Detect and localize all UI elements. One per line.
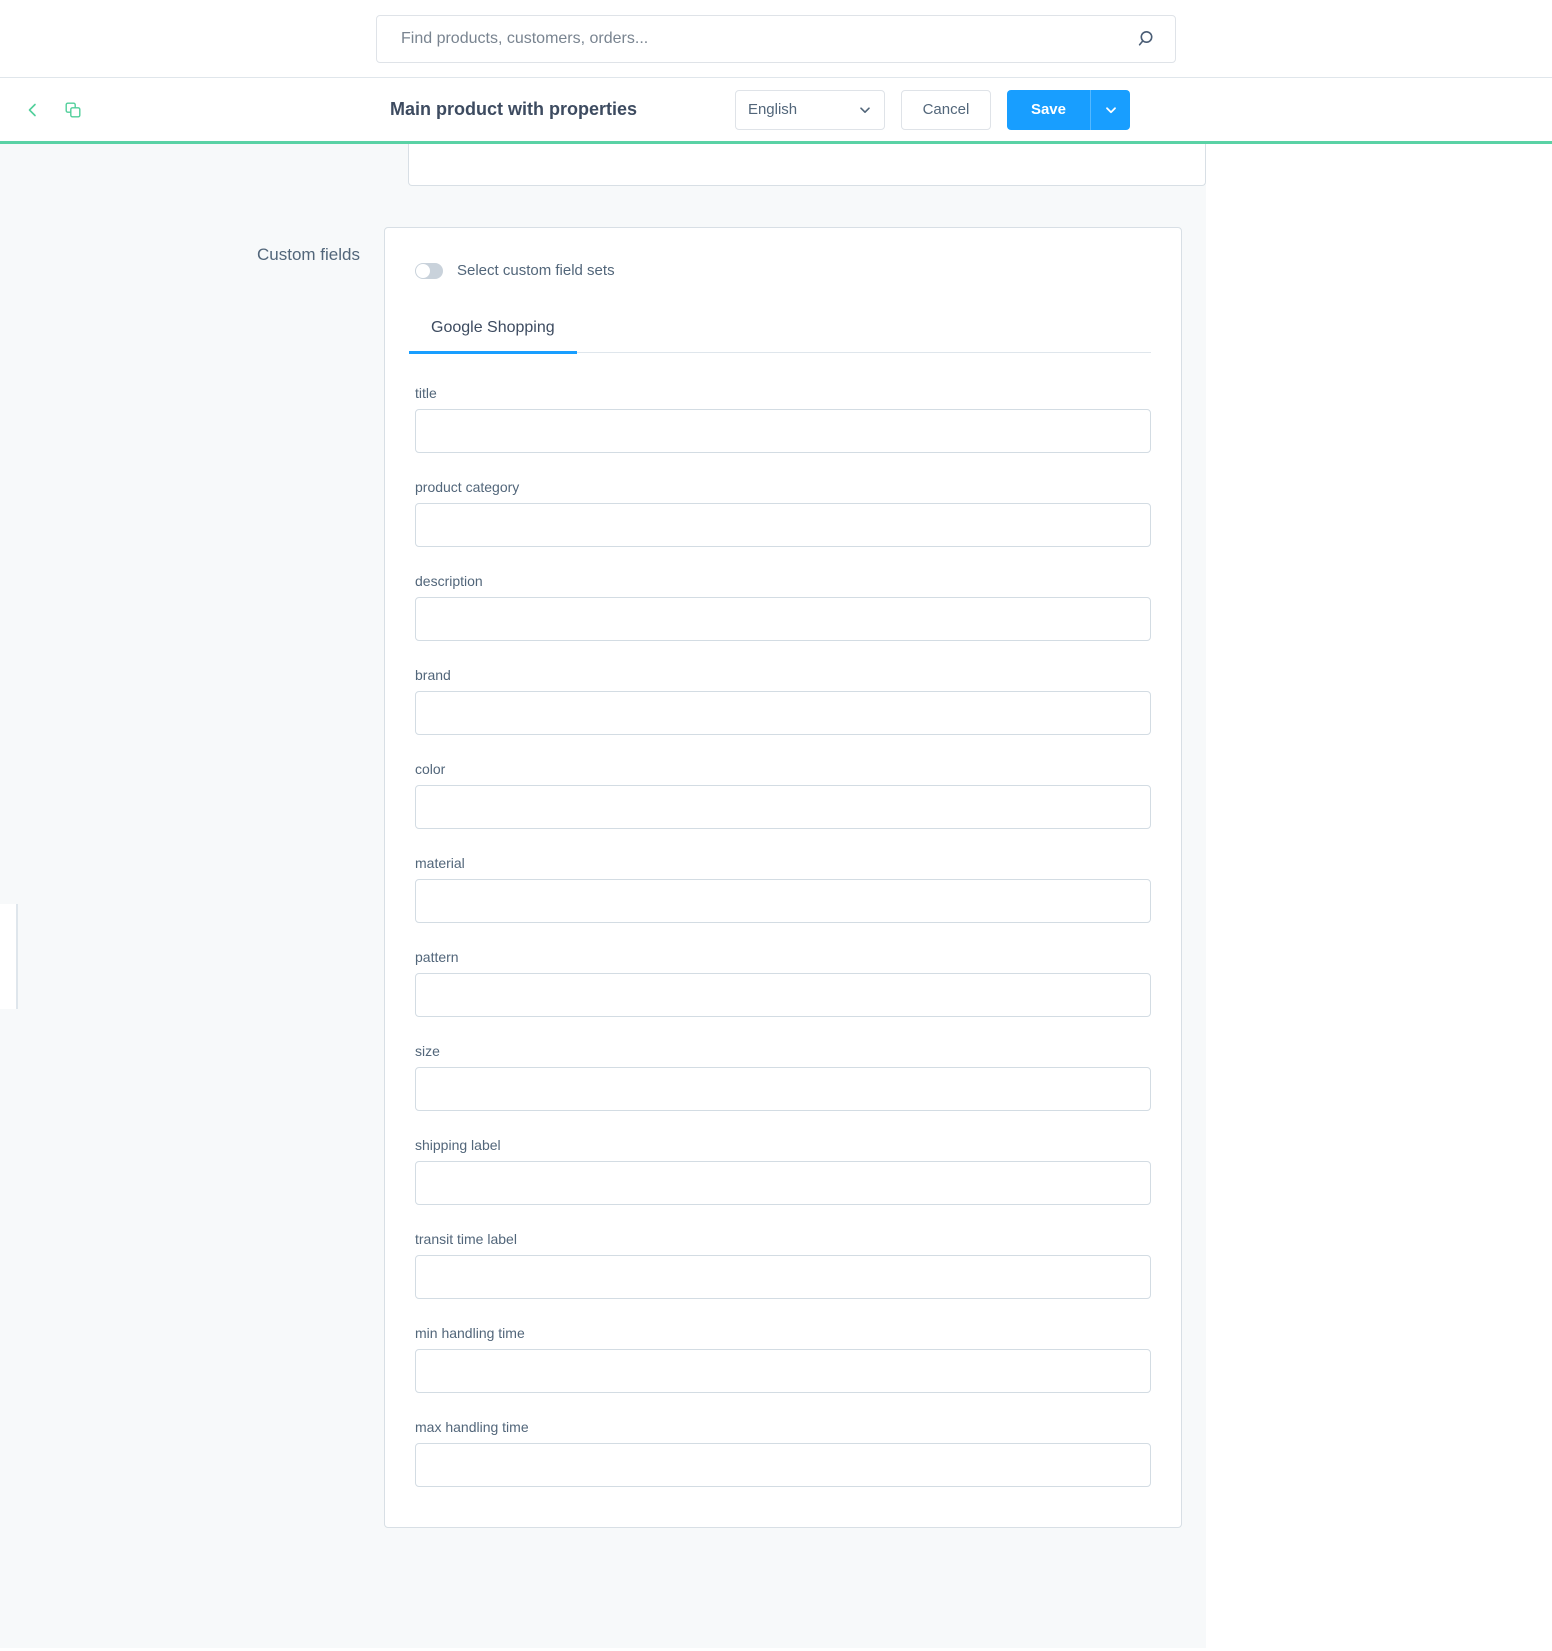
field-color: color bbox=[415, 761, 1151, 829]
field-input-min-handling-time[interactable] bbox=[415, 1349, 1151, 1393]
field-input-pattern[interactable] bbox=[415, 973, 1151, 1017]
field-input-material[interactable] bbox=[415, 879, 1151, 923]
content-area: Custom fields Select custom field sets G… bbox=[0, 144, 1552, 1648]
field-label: material bbox=[415, 855, 465, 871]
field-size: size bbox=[415, 1043, 1151, 1111]
language-select-value: English bbox=[747, 101, 798, 118]
field-brand: brand bbox=[415, 667, 1151, 735]
field-label: color bbox=[415, 761, 446, 777]
select-custom-field-sets-row: Select custom field sets bbox=[415, 262, 1151, 279]
search-icon[interactable] bbox=[1138, 29, 1158, 49]
save-button-group: Save bbox=[1006, 89, 1130, 130]
field-label: description bbox=[415, 573, 483, 589]
field-label: max handling time bbox=[415, 1419, 529, 1435]
field-label: pattern bbox=[415, 949, 459, 965]
field-transit-time-label: transit time label bbox=[415, 1231, 1151, 1299]
page-title: Main product with properties bbox=[390, 99, 638, 119]
field-label: shipping label bbox=[415, 1137, 501, 1153]
cancel-button[interactable]: Cancel bbox=[900, 89, 991, 130]
field-input-color[interactable] bbox=[415, 785, 1151, 829]
custom-fields-section: Custom fields Select custom field sets G… bbox=[0, 227, 1206, 1528]
field-label: product category bbox=[415, 479, 520, 495]
select-custom-field-sets-label: Select custom field sets bbox=[457, 262, 615, 279]
field-material: material bbox=[415, 855, 1151, 923]
field-input-description[interactable] bbox=[415, 597, 1151, 641]
field-input-title[interactable] bbox=[415, 409, 1151, 453]
smart-bar-actions: English Cancel Save bbox=[734, 89, 1130, 130]
custom-fields-card: Select custom field sets Google Shopping… bbox=[384, 227, 1182, 1528]
search-input[interactable] bbox=[376, 14, 1176, 63]
field-label: transit time label bbox=[415, 1231, 517, 1247]
field-label: size bbox=[415, 1043, 440, 1059]
field-description: description bbox=[415, 573, 1151, 641]
previous-card-fragment bbox=[408, 144, 1206, 186]
field-shipping-label: shipping label bbox=[415, 1137, 1151, 1205]
field-input-product-category[interactable] bbox=[415, 503, 1151, 547]
section-title: Custom fields bbox=[257, 245, 360, 264]
back-button[interactable] bbox=[20, 97, 46, 123]
smart-bar-left bbox=[20, 97, 380, 123]
field-title: title bbox=[415, 385, 1151, 453]
chevron-down-icon bbox=[858, 103, 872, 117]
toggle-knob bbox=[416, 263, 430, 278]
duplicate-icon[interactable] bbox=[60, 97, 86, 123]
search-wrapper bbox=[376, 14, 1176, 63]
save-dropdown-button[interactable] bbox=[1090, 89, 1130, 130]
field-pattern: pattern bbox=[415, 949, 1151, 1017]
smart-bar: Main product with properties English Can… bbox=[0, 78, 1552, 144]
tab-google-shopping[interactable]: Google Shopping bbox=[409, 319, 577, 354]
custom-fields-tabs: Google Shopping bbox=[409, 319, 1151, 354]
field-input-max-handling-time[interactable] bbox=[415, 1443, 1151, 1487]
field-max-handling-time: max handling time bbox=[415, 1419, 1151, 1487]
field-input-brand[interactable] bbox=[415, 691, 1151, 735]
field-product-category: product category bbox=[415, 479, 1151, 547]
field-label: title bbox=[415, 385, 437, 401]
field-input-shipping-label[interactable] bbox=[415, 1161, 1151, 1205]
field-min-handling-time: min handling time bbox=[415, 1325, 1151, 1393]
field-label: brand bbox=[415, 667, 451, 683]
field-label: min handling time bbox=[415, 1325, 525, 1341]
save-button[interactable]: Save bbox=[1006, 89, 1090, 130]
select-custom-field-sets-toggle[interactable] bbox=[415, 262, 443, 279]
right-gutter bbox=[1206, 144, 1552, 1648]
language-select[interactable]: English bbox=[734, 89, 885, 130]
field-input-transit-time-label[interactable] bbox=[415, 1255, 1151, 1299]
global-search-bar bbox=[0, 0, 1552, 78]
field-input-size[interactable] bbox=[415, 1067, 1151, 1111]
